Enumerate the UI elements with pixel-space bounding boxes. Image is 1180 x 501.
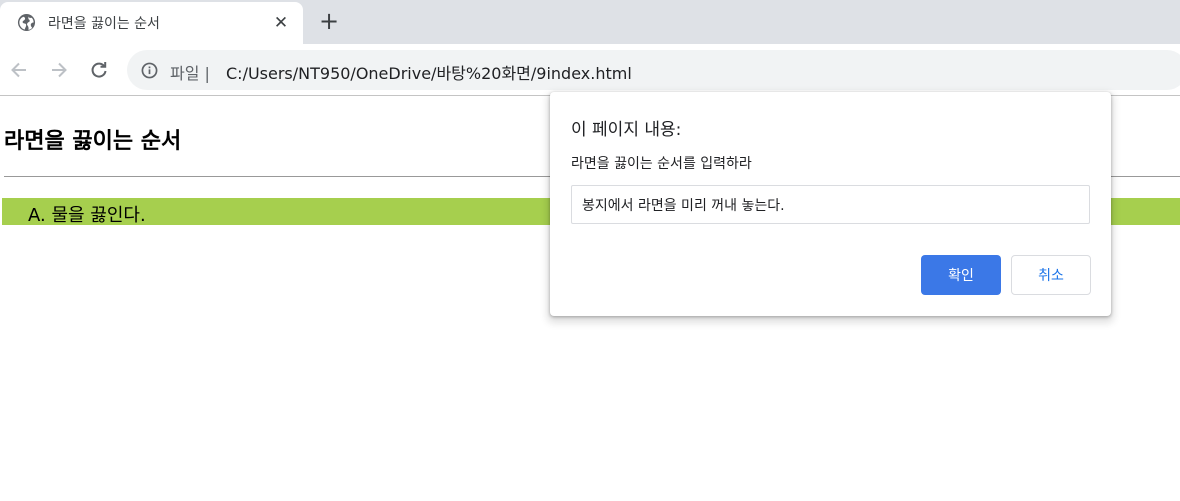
browser-tab[interactable]: 라면을 끓이는 순서 ✕ <box>0 2 303 44</box>
dialog-message: 라면을 끓이는 순서를 입력하라 <box>571 156 752 172</box>
tab-title: 라면을 끓이는 순서 <box>48 16 160 32</box>
prompt-input[interactable] <box>571 185 1090 224</box>
tab-close-icon[interactable]: ✕ <box>272 14 290 32</box>
url-scheme-label: 파일 | <box>170 64 210 83</box>
url-text[interactable]: C:/Users/NT950/OneDrive/바탕%20화면/9index.h… <box>226 60 632 84</box>
address-bar[interactable]: 파일 | C:/Users/NT950/OneDrive/바탕%20화면/9in… <box>127 50 1180 90</box>
back-arrow-icon[interactable] <box>7 58 31 82</box>
ok-button[interactable]: 확인 <box>921 255 1001 295</box>
globe-icon <box>17 13 36 32</box>
tab-strip: 라면을 끓이는 순서 ✕ + <box>0 0 1180 44</box>
dialog-title: 이 페이지 내용: <box>571 120 682 140</box>
new-tab-icon[interactable]: + <box>317 9 341 34</box>
prompt-dialog: 이 페이지 내용: 라면을 끓이는 순서를 입력하라 확인 취소 <box>550 92 1111 316</box>
forward-arrow-icon[interactable] <box>47 58 71 82</box>
reload-icon[interactable] <box>87 58 111 82</box>
cancel-button[interactable]: 취소 <box>1011 255 1091 295</box>
info-icon[interactable] <box>141 62 158 79</box>
step-text: A. 물을 끓인다. <box>28 205 146 226</box>
page-title: 라면을 끓이는 순서 <box>4 129 182 154</box>
browser-toolbar: 파일 | C:/Users/NT950/OneDrive/바탕%20화면/9in… <box>0 44 1180 96</box>
